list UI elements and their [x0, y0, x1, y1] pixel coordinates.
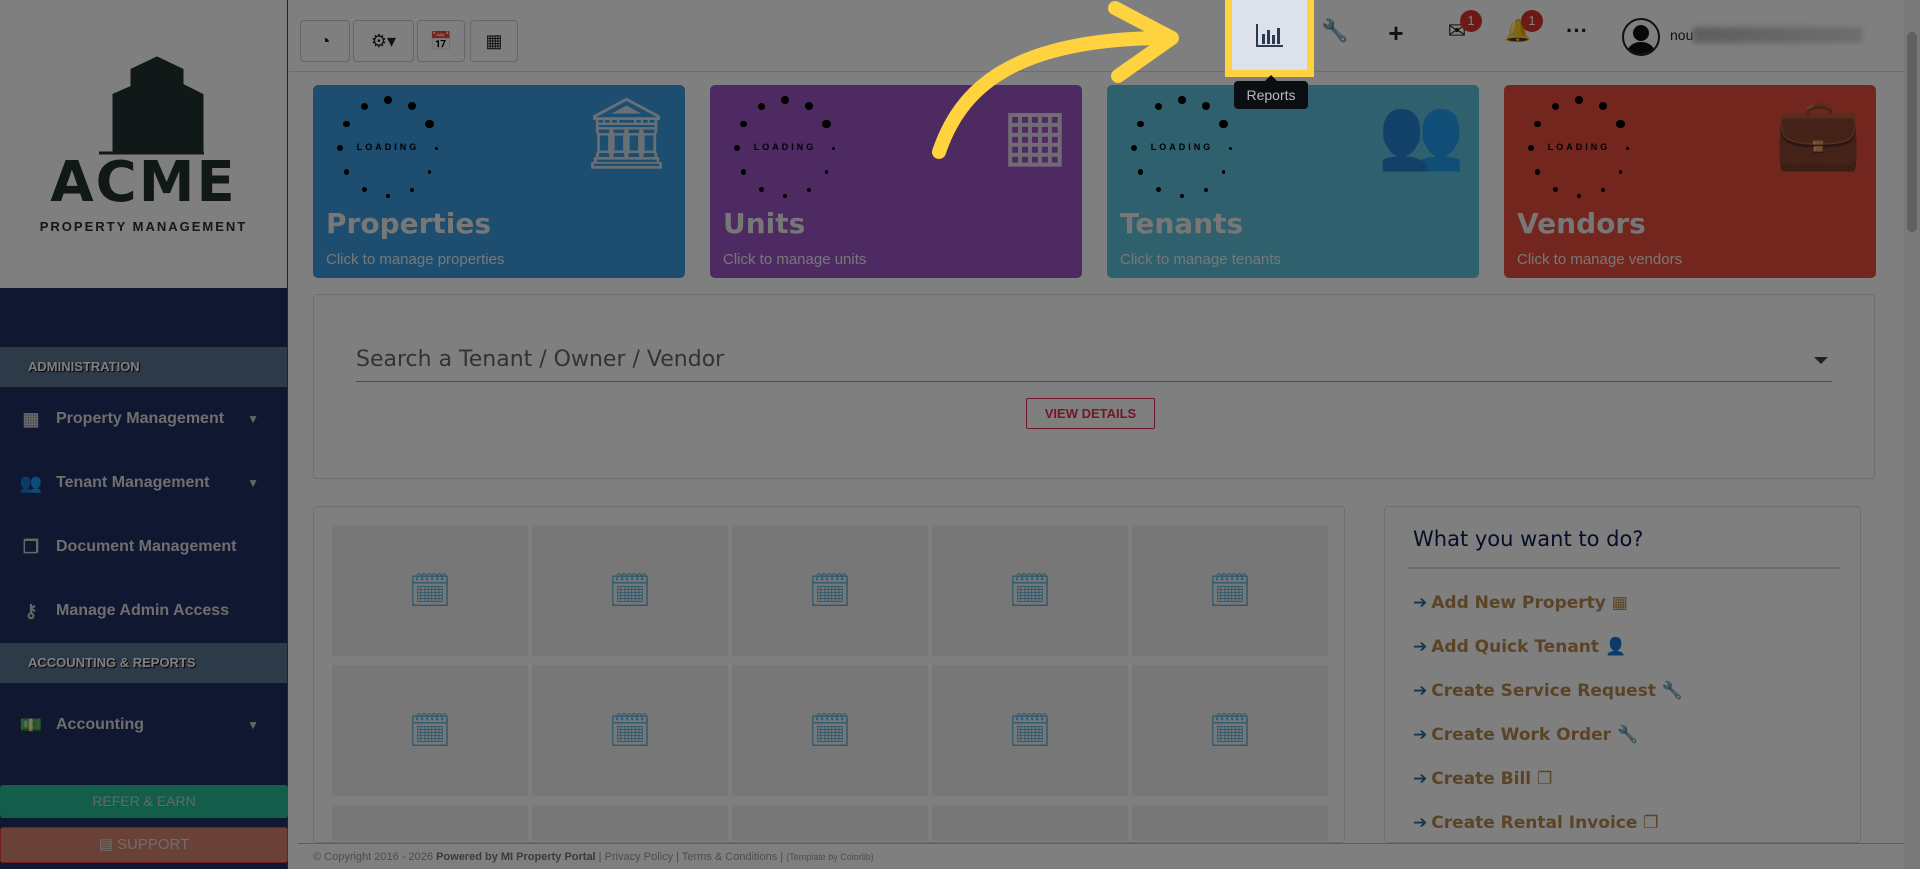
- yellow-arrow-annotation: [932, 1, 1179, 159]
- bar-chart-icon: [1255, 24, 1283, 47]
- reports-button[interactable]: [1225, 0, 1314, 77]
- reports-tooltip: Reports: [1234, 75, 1308, 109]
- arrow-curve: [932, 31, 1167, 159]
